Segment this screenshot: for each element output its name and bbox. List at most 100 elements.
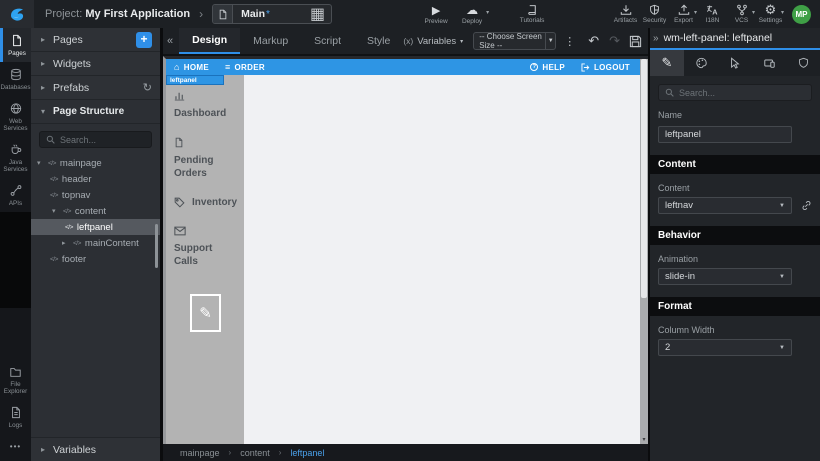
canvas-scrollbar-thumb[interactable] [641,59,647,298]
accordion-widgets[interactable]: ▸ Widgets [31,52,160,76]
tree-node-maincontent[interactable]: ▸ </> mainContent [31,235,160,251]
breadcrumb-leftpanel[interactable]: leftpanel [290,448,324,458]
preview-button[interactable]: ▶ Preview [418,0,454,28]
vcs-button[interactable]: ▾ VCS [727,0,756,28]
canvas-menu-pending-orders[interactable]: Pending Orders [174,136,238,180]
caret-down-icon: ▾ [41,107,53,116]
security-button[interactable]: Security [640,0,669,28]
tree-scrollbar-thumb[interactable] [155,224,158,268]
redo-button[interactable]: ↷ [604,33,625,49]
rail-more-button[interactable]: ••• [0,434,31,461]
canvas-menu-support-calls[interactable]: Support Calls [174,225,238,268]
scroll-down-arrow-icon[interactable]: ▾ [640,436,648,443]
variables-menu-button[interactable]: (x) Variables ▾ [403,36,463,47]
tree-node-mainpage[interactable]: ▾ </> mainpage [31,155,160,171]
tree-node-leftpanel-selected[interactable]: </> leftpanel [31,219,160,235]
save-button[interactable] [625,35,648,48]
canvas-nav-home[interactable]: ⌂ HOME [174,62,209,72]
rail-item-java-services[interactable]: Java Services [0,137,31,178]
tutorials-button[interactable]: Tutorials [514,0,550,28]
edit-widget-button[interactable]: ✎ [190,294,221,332]
page-structure-search-input[interactable] [60,135,150,145]
settings-button[interactable]: ⚙ ▾ Settings [756,0,785,28]
widget-code-icon: </> [63,208,71,215]
tree-node-content[interactable]: ▾ </> content [31,203,160,219]
rail-item-logs[interactable]: Logs [0,400,31,434]
collapse-right-panel-button[interactable]: » [650,33,664,44]
widget-breadcrumb: mainpage › content › leftpanel [163,444,648,461]
column-width-select[interactable]: 2 ▼ [658,339,792,356]
device-icon [763,57,776,69]
log-file-icon [10,406,22,419]
section-format: Format [650,297,820,316]
collapse-left-panel-button[interactable]: « [163,35,179,47]
rail-item-pages[interactable]: Pages [0,28,31,62]
tab-script[interactable]: Script [301,28,354,54]
refresh-icon[interactable]: ↻ [143,81,152,94]
rail-item-databases[interactable]: Databases [0,62,31,96]
animation-select[interactable]: slide-in ▼ [658,268,792,285]
topbar-tools: Artifacts Security ▾ Export A I18N ▾ [611,0,785,28]
i18n-button[interactable]: A I18N [698,0,727,28]
play-icon: ▶ [432,4,440,17]
tree-node-footer[interactable]: </> footer [31,251,160,267]
canvas-scrollbar[interactable]: ▾ [640,59,648,444]
name-field-input[interactable] [658,126,792,143]
rail-item-web-services[interactable]: Web Services [0,96,31,137]
export-button[interactable]: ▾ Export [669,0,698,28]
dropdown-arrow-icon: ▼ [779,345,785,351]
breadcrumb-mainpage[interactable]: mainpage [180,448,220,458]
tree-node-header[interactable]: </> header [31,171,160,187]
tab-markup[interactable]: Markup [240,28,301,54]
caret-right-icon: ▸ [41,445,53,454]
canvas-content-area[interactable] [244,75,640,444]
accordion-pages[interactable]: ▸ Pages + [31,28,160,52]
gear-icon: ⚙ [765,4,777,16]
animation-field-label: Animation [658,254,812,264]
tab-properties[interactable]: ✎ [650,50,684,76]
design-canvas[interactable]: ⌂ HOME ≡ ORDER ? HELP LOGOUT [163,56,648,444]
properties-search-input[interactable] [679,88,789,98]
coffee-icon [10,143,22,156]
canvas-nav-logout[interactable]: LOGOUT [581,63,630,72]
tab-events[interactable] [718,50,752,76]
canvas-leftpanel-widget[interactable]: Dashboard Pending Orders Inventory Suppo… [166,75,244,444]
deploy-button[interactable]: ☁ ▾ Deploy [454,0,490,28]
accordion-variables[interactable]: ▸ Variables [31,437,160,461]
canvas-nav-help[interactable]: ? HELP [530,63,565,72]
tab-style[interactable]: Style [354,28,403,54]
screen-size-select[interactable]: -- Choose Screen Size -- ▼ [473,32,556,50]
caret-right-icon: ▸ [41,59,53,68]
canvas-nav-order[interactable]: ≡ ORDER [225,62,265,72]
user-avatar[interactable]: MP [792,5,811,24]
accordion-page-structure[interactable]: ▾ Page Structure [31,100,160,124]
content-select[interactable]: leftnav ▼ [658,197,792,214]
selected-widget-tag[interactable]: leftpanel [166,75,224,85]
add-page-button[interactable]: + [136,32,152,48]
canvas-menu-inventory[interactable]: Inventory [174,196,238,209]
tab-design[interactable]: Design [179,28,240,54]
more-options-button[interactable]: ⋮ [564,35,575,48]
artifacts-button[interactable]: Artifacts [611,0,640,28]
project-name: My First Application [85,8,190,20]
app-logo[interactable] [0,0,34,28]
rail-bottom-group: File Explorer Logs ••• [0,360,31,461]
search-icon [46,135,55,144]
canvas-menu-dashboard[interactable]: Dashboard [174,89,238,120]
bar-chart-icon [174,90,186,101]
tab-security[interactable] [786,50,820,76]
shield-icon [649,4,660,16]
tree-node-topnav[interactable]: </> topnav [31,187,160,203]
rail-item-apis[interactable]: APIs [0,178,31,212]
page-selector-dropdown[interactable]: Main * ▦ [212,4,332,24]
rail-item-file-explorer[interactable]: File Explorer [0,360,31,400]
grid-view-icon[interactable]: ▦ [310,4,325,24]
tab-devices[interactable] [752,50,786,76]
accordion-prefabs[interactable]: ▸ Prefabs ↻ [31,76,160,100]
breadcrumb-content[interactable]: content [240,448,270,458]
cursor-icon [729,57,741,69]
bind-link-icon[interactable] [801,200,812,211]
undo-button[interactable]: ↶ [583,33,604,49]
canvas-app-header[interactable]: ⌂ HOME ≡ ORDER ? HELP LOGOUT [166,59,640,75]
tab-styles[interactable] [684,50,718,76]
